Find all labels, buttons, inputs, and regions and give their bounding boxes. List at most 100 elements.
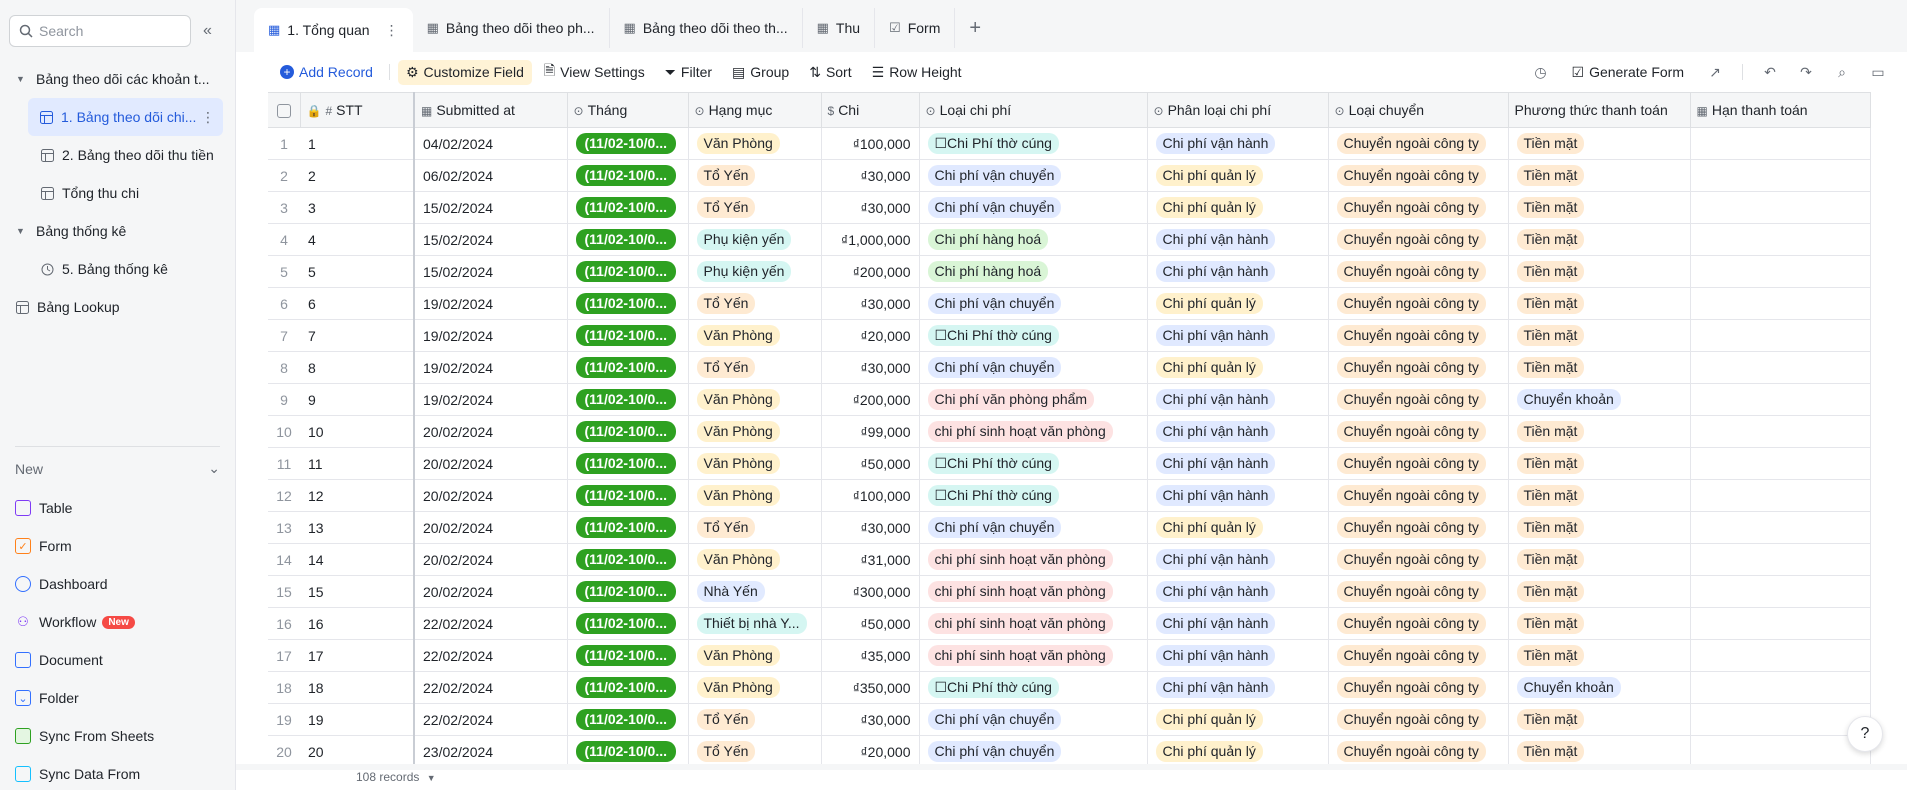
column-header-payment-method[interactable]: Phương thức thanh toán [1508, 92, 1691, 128]
cell-expense-type[interactable]: Chi phí vận chuyển [919, 735, 1148, 768]
cell-payment-method[interactable]: Tiền mặt [1508, 703, 1691, 736]
table-row[interactable]: 2 2 06/02/2024 (11/02-10/0... Tổ Yến ₫30,000 C… [268, 159, 1871, 192]
cell-expense-class[interactable]: Chi phí vận hành [1147, 415, 1329, 448]
cell-expense[interactable]: ₫20,000 [821, 735, 920, 768]
cell-expense[interactable]: ₫31,000 [821, 543, 920, 576]
cell-stt[interactable]: 2 [300, 159, 415, 192]
cell-month[interactable]: (11/02-10/0... [567, 319, 689, 352]
cell-stt[interactable]: 15 [300, 575, 415, 608]
table-row[interactable]: 8 8 19/02/2024 (11/02-10/0... Tổ Yến ₫30,000 C… [268, 351, 1871, 384]
table-row[interactable]: 5 5 15/02/2024 (11/02-10/0... Phụ kiện yến ₫2… [268, 255, 1871, 288]
cell-payment-method[interactable]: Tiền mặt [1508, 287, 1691, 320]
tree-item-lookup-table[interactable]: Bảng Lookup [0, 288, 235, 326]
cell-expense-type[interactable]: ☐Chi Phí thờ cúng [919, 447, 1148, 480]
cell-stt[interactable]: 13 [300, 511, 415, 544]
cell-expense[interactable]: ₫200,000 [821, 255, 920, 288]
cell-expense-class[interactable]: Chi phí vận hành [1147, 607, 1329, 640]
cell-due-date[interactable] [1690, 223, 1871, 256]
cell-stt[interactable]: 8 [300, 351, 415, 384]
cell-expense[interactable]: ₫300,000 [821, 575, 920, 608]
cell-month[interactable]: (11/02-10/0... [567, 191, 689, 224]
cell-expense-type[interactable]: Chi phí vận chuyển [919, 159, 1148, 192]
cell-payment-method[interactable]: Tiền mặt [1508, 223, 1691, 256]
view-settings-button[interactable]: 🗎 View Settings [536, 56, 653, 88]
table-row[interactable]: 16 16 22/02/2024 (11/02-10/0... Thiết bị nhà… [268, 607, 1871, 640]
table-row[interactable]: 19 19 22/02/2024 (11/02-10/0... Tổ Yến ₫30,00… [268, 703, 1871, 736]
column-header-category[interactable]: ⊙ Hạng mục [688, 92, 822, 128]
cell-stt[interactable]: 17 [300, 639, 415, 672]
cell-transfer-type[interactable]: Chuyển ngoài công ty [1328, 255, 1509, 288]
cell-month[interactable]: (11/02-10/0... [567, 543, 689, 576]
cell-submitted-at[interactable]: 22/02/2024 [414, 671, 568, 704]
generate-form-button[interactable]: ☑ Generate Form [1564, 60, 1693, 85]
cell-payment-method[interactable]: Chuyển khoản [1508, 383, 1691, 416]
cell-expense-class[interactable]: Chi phí quản lý [1147, 735, 1329, 768]
cell-transfer-type[interactable]: Chuyển ngoài công ty [1328, 479, 1509, 512]
cell-due-date[interactable] [1690, 479, 1871, 512]
table-row[interactable]: 15 15 20/02/2024 (11/02-10/0... Nhà Yến ₫300,… [268, 575, 1871, 608]
new-folder-button[interactable]: ⌄ Folder [15, 679, 154, 717]
cell-submitted-at[interactable]: 19/02/2024 [414, 383, 568, 416]
column-header-expense-type[interactable]: ⊙ Loại chi phí [919, 92, 1148, 128]
row-index[interactable]: 3 [268, 191, 300, 224]
cell-payment-method[interactable]: Tiền mặt [1508, 511, 1691, 544]
row-index[interactable]: 11 [268, 447, 300, 480]
cell-expense-type[interactable]: chi phí sinh hoạt văn phòng [919, 607, 1148, 640]
comment-icon[interactable]: ▭ [1865, 64, 1891, 81]
cell-due-date[interactable] [1690, 575, 1871, 608]
row-index[interactable]: 2 [268, 159, 300, 192]
cell-expense-class[interactable]: Chi phí quản lý [1147, 511, 1329, 544]
cell-payment-method[interactable]: Tiền mặt [1508, 127, 1691, 160]
cell-payment-method[interactable]: Tiền mặt [1508, 255, 1691, 288]
table-row[interactable]: 10 10 20/02/2024 (11/02-10/0... Văn Phòng ₫99… [268, 415, 1871, 448]
cell-expense-class[interactable]: Chi phí quản lý [1147, 351, 1329, 384]
cell-submitted-at[interactable]: 20/02/2024 [414, 511, 568, 544]
cell-transfer-type[interactable]: Chuyển ngoài công ty [1328, 191, 1509, 224]
cell-due-date[interactable] [1690, 735, 1871, 768]
cell-expense-class[interactable]: Chi phí vận hành [1147, 383, 1329, 416]
row-index[interactable]: 4 [268, 223, 300, 256]
table-row[interactable]: 1 1 04/02/2024 (11/02-10/0... Văn Phòng ₫100,… [268, 127, 1871, 160]
cell-transfer-type[interactable]: Chuyển ngoài công ty [1328, 671, 1509, 704]
table-row[interactable]: 20 20 23/02/2024 (11/02-10/0... Tổ Yến ₫20,00… [268, 735, 1871, 768]
help-button[interactable]: ? [1847, 716, 1883, 752]
cell-month[interactable]: (11/02-10/0... [567, 127, 689, 160]
cell-transfer-type[interactable]: Chuyển ngoài công ty [1328, 319, 1509, 352]
cell-month[interactable]: (11/02-10/0... [567, 287, 689, 320]
collapse-sidebar-icon[interactable]: « [203, 22, 212, 40]
cell-transfer-type[interactable]: Chuyển ngoài công ty [1328, 127, 1509, 160]
cell-expense[interactable]: ₫100,000 [821, 479, 920, 512]
cell-payment-method[interactable]: Tiền mặt [1508, 479, 1691, 512]
cell-expense[interactable]: ₫30,000 [821, 287, 920, 320]
tree-item-income-table[interactable]: 2. Bảng theo dõi thu tiền [0, 136, 235, 174]
cell-stt[interactable]: 4 [300, 223, 415, 256]
cell-expense-class[interactable]: Chi phí quản lý [1147, 191, 1329, 224]
cell-due-date[interactable] [1690, 511, 1871, 544]
new-workflow-button[interactable]: ⚇ Workflow New [15, 603, 154, 641]
cell-expense[interactable]: ₫30,000 [821, 191, 920, 224]
cell-category[interactable]: Văn Phòng [688, 479, 822, 512]
cell-expense-type[interactable]: Chi phí vận chuyển [919, 287, 1148, 320]
cell-due-date[interactable] [1690, 447, 1871, 480]
table-row[interactable]: 18 18 22/02/2024 (11/02-10/0... Văn Phòng ₫35… [268, 671, 1871, 704]
table-row[interactable]: 12 12 20/02/2024 (11/02-10/0... Văn Phòng ₫10… [268, 479, 1871, 512]
cell-stt[interactable]: 9 [300, 383, 415, 416]
cell-expense-type[interactable]: chi phí sinh hoạt văn phòng [919, 575, 1148, 608]
search-input[interactable]: Search [9, 15, 191, 47]
cell-expense-class[interactable]: Chi phí vận hành [1147, 223, 1329, 256]
cell-expense[interactable]: ₫1,000,000 [821, 223, 920, 256]
new-document-button[interactable]: Document [15, 641, 154, 679]
cell-month[interactable]: (11/02-10/0... [567, 735, 689, 768]
cell-month[interactable]: (11/02-10/0... [567, 639, 689, 672]
cell-submitted-at[interactable]: 04/02/2024 [414, 127, 568, 160]
column-header-month[interactable]: ⊙ Tháng [567, 92, 689, 128]
row-index[interactable]: 10 [268, 415, 300, 448]
tree-item-expense-table[interactable]: 1. Bảng theo dõi chi... ⋮ [28, 98, 223, 136]
table-row[interactable]: 13 13 20/02/2024 (11/02-10/0... Tổ Yến ₫30,00… [268, 511, 1871, 544]
cell-month[interactable]: (11/02-10/0... [567, 447, 689, 480]
column-header-submitted-at[interactable]: ▦ Submitted at [414, 92, 568, 128]
find-icon[interactable]: ⌕ [1829, 64, 1855, 81]
cell-submitted-at[interactable]: 23/02/2024 [414, 735, 568, 768]
table-row[interactable]: 4 4 15/02/2024 (11/02-10/0... Phụ kiện yến ₫1… [268, 223, 1871, 256]
cell-month[interactable]: (11/02-10/0... [567, 415, 689, 448]
